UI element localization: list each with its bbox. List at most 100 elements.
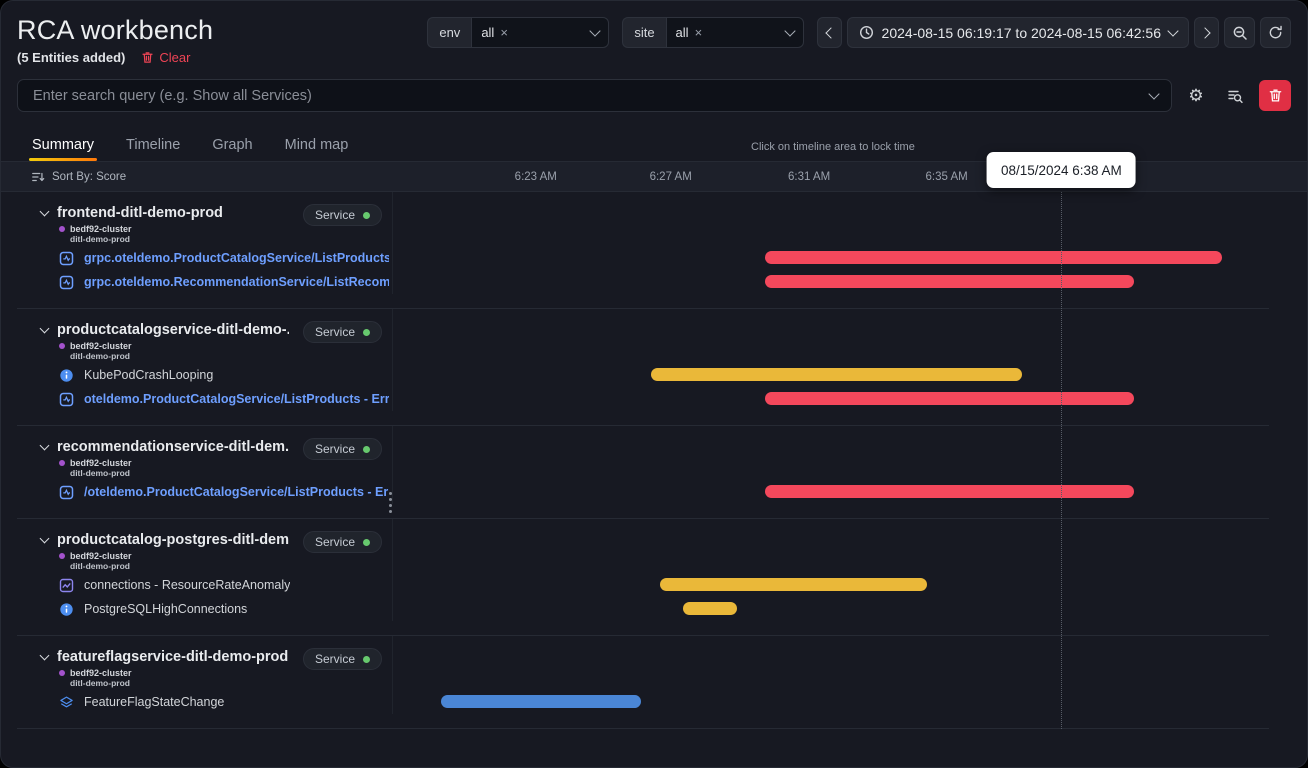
- timeline-bar[interactable]: [660, 578, 927, 591]
- sort-by-label: Sort By: Score: [52, 171, 126, 183]
- group-name: frontend-ditl-demo-prod: [57, 205, 223, 221]
- chevron-right-icon: [1199, 27, 1210, 38]
- query-inspector-button[interactable]: [1220, 81, 1250, 111]
- metric-icon: [59, 578, 74, 593]
- entity-item[interactable]: /oteldemo.ProductCatalogService/ListProd…: [17, 480, 392, 504]
- status-dot-icon: [363, 329, 370, 336]
- status-dot-icon: [363, 446, 370, 453]
- tab-mind-map[interactable]: Mind map: [284, 129, 350, 161]
- site-filter-value: all: [676, 25, 689, 40]
- entity-groups: frontend-ditl-demo-prodbedf92-clusterdit…: [1, 192, 1307, 729]
- time-cursor-line: [1061, 192, 1062, 729]
- group-header[interactable]: productcatalog-postgres-ditl-dem...bedf9…: [17, 519, 392, 573]
- time-range-button[interactable]: 2024-08-15 06:19:17 to 2024-08-15 06:42:…: [847, 17, 1189, 48]
- timeline-bar[interactable]: [651, 368, 1022, 381]
- title-block: RCA workbench (5 Entities added) Clear: [17, 13, 213, 65]
- timeline-bar[interactable]: [765, 485, 1134, 498]
- clear-button[interactable]: Clear: [141, 50, 190, 65]
- info-icon: [59, 368, 74, 383]
- refresh-icon: [1268, 25, 1283, 40]
- entity-group: featureflagservice-ditl-demo-prodbedf92-…: [17, 636, 1269, 729]
- entity-group: productcatalog-postgres-ditl-dem...bedf9…: [17, 519, 1269, 636]
- event-icon: [59, 695, 74, 710]
- apm-icon: [59, 275, 74, 290]
- env-filter-label: env: [427, 17, 471, 48]
- env-filter-select[interactable]: all ×: [471, 17, 609, 48]
- timeline-bar[interactable]: [765, 251, 1221, 264]
- group-header[interactable]: featureflagservice-ditl-demo-prodbedf92-…: [17, 636, 392, 690]
- timeline-bar[interactable]: [765, 392, 1134, 405]
- timeline-lane[interactable]: [393, 636, 1269, 714]
- tab-timeline[interactable]: Timeline: [125, 129, 181, 161]
- sort-icon: [31, 170, 45, 184]
- chevron-down-icon[interactable]: [40, 441, 50, 451]
- entity-item[interactable]: oteldemo.ProductCatalogService/ListProdu…: [17, 387, 392, 411]
- chevron-down-icon[interactable]: [40, 324, 50, 334]
- group-header[interactable]: productcatalogservice-ditl-demo-...bedf9…: [17, 309, 392, 363]
- entity-item[interactable]: FeatureFlagStateChange: [17, 690, 392, 714]
- service-badge: Service: [303, 531, 382, 553]
- timeline-lane[interactable]: [393, 426, 1269, 504]
- chevron-down-icon[interactable]: [40, 207, 50, 217]
- timeline-bar[interactable]: [441, 695, 641, 708]
- search-box[interactable]: [17, 79, 1172, 112]
- page-title: RCA workbench: [17, 13, 213, 47]
- group-name: productcatalogservice-ditl-demo-...: [57, 322, 289, 338]
- time-forward-button[interactable]: [1194, 17, 1219, 48]
- group-header[interactable]: frontend-ditl-demo-prodbedf92-clusterdit…: [17, 192, 392, 246]
- refresh-button[interactable]: [1260, 17, 1291, 48]
- clock-icon: [859, 25, 874, 40]
- entity-panel: productcatalogservice-ditl-demo-...bedf9…: [17, 309, 393, 411]
- env-filter: env all ×: [427, 17, 609, 48]
- timeline-lane[interactable]: [393, 192, 1269, 294]
- chevron-down-icon[interactable]: [40, 651, 50, 661]
- remove-tag-icon[interactable]: ×: [500, 25, 508, 40]
- timeline-lane[interactable]: [393, 309, 1269, 411]
- delete-query-button[interactable]: [1259, 80, 1291, 111]
- timeline-lane[interactable]: [393, 519, 1269, 621]
- cluster-dot-icon: [59, 460, 65, 466]
- axis-tick: 6:31 AM: [788, 171, 830, 183]
- entity-panel: recommendationservice-ditl-dem...bedf92-…: [17, 426, 393, 504]
- chevron-down-icon: [784, 25, 795, 36]
- site-filter-label: site: [622, 17, 665, 48]
- time-cursor-tooltip: 08/15/2024 6:38 AM: [987, 152, 1136, 188]
- sort-by-control[interactable]: Sort By: Score: [1, 162, 393, 191]
- search-input[interactable]: [31, 87, 1150, 105]
- entity-item-label: KubePodCrashLooping: [84, 368, 213, 382]
- chevron-down-icon[interactable]: [40, 534, 50, 544]
- entity-item[interactable]: PostgreSQLHighConnections: [17, 597, 392, 621]
- tab-summary[interactable]: Summary: [31, 129, 95, 161]
- entity-item-label: grpc.oteldemo.RecommendationService/List…: [84, 275, 389, 289]
- site-filter-select[interactable]: all ×: [666, 17, 804, 48]
- group-header[interactable]: recommendationservice-ditl-dem...bedf92-…: [17, 426, 392, 480]
- zoom-out-button[interactable]: [1224, 17, 1255, 48]
- entity-item-label: grpc.oteldemo.ProductCatalogService/List…: [84, 251, 389, 265]
- timeline-axis-row: Sort By: Score 08/15/2024 6:38 AM 6:23 A…: [1, 161, 1307, 192]
- entity-item[interactable]: grpc.oteldemo.ProductCatalogService/List…: [17, 246, 392, 270]
- chevron-left-icon: [825, 27, 836, 38]
- entity-group: frontend-ditl-demo-prodbedf92-clusterdit…: [17, 192, 1269, 309]
- cluster-dot-icon: [59, 553, 65, 559]
- top-bar: RCA workbench (5 Entities added) Clear e…: [1, 1, 1307, 65]
- timeline-bar[interactable]: [683, 602, 737, 615]
- entity-item[interactable]: grpc.oteldemo.RecommendationService/List…: [17, 270, 392, 294]
- apm-icon: [59, 392, 74, 407]
- entity-item[interactable]: connections - ResourceRateAnomaly: [17, 573, 392, 597]
- entity-item[interactable]: KubePodCrashLooping: [17, 363, 392, 387]
- tab-graph[interactable]: Graph: [211, 129, 253, 161]
- status-dot-icon: [363, 539, 370, 546]
- remove-tag-icon[interactable]: ×: [695, 25, 703, 40]
- timeline-axis[interactable]: 08/15/2024 6:38 AM 6:23 AM6:27 AM6:31 AM…: [393, 162, 1269, 191]
- entity-item-label: connections - ResourceRateAnomaly: [84, 578, 290, 592]
- timeline-bar[interactable]: [765, 275, 1134, 288]
- time-back-button[interactable]: [817, 17, 842, 48]
- group-namespace: ditl-demo-prod: [70, 561, 392, 571]
- apm-icon: [59, 251, 74, 266]
- axis-tick: 6:23 AM: [515, 171, 557, 183]
- cluster-dot-icon: [59, 343, 65, 349]
- panel-resize-handle[interactable]: [387, 490, 394, 515]
- trash-icon: [141, 51, 154, 64]
- settings-button[interactable]: ⚙: [1181, 81, 1211, 111]
- group-namespace: ditl-demo-prod: [70, 234, 392, 244]
